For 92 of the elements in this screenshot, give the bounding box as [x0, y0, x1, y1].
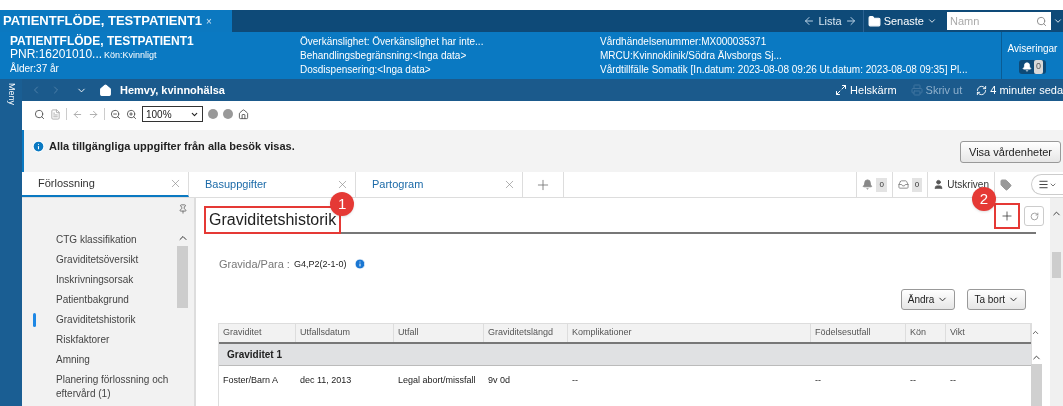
- patient-pnr: PNR:16201010...: [10, 48, 103, 61]
- zoom-out-icon[interactable]: [110, 108, 121, 120]
- sidebar-item[interactable]: Planering förlossning och eftervård (1): [56, 370, 176, 404]
- column-header[interactable]: Graviditet: [219, 323, 296, 342]
- patient-tab[interactable]: PATIENTFLÖDE, TESTPATIENT1 ×: [0, 10, 232, 32]
- house-icon[interactable]: [238, 108, 249, 120]
- arrow-left-icon[interactable]: [72, 108, 83, 120]
- arrow-right-icon[interactable]: [88, 108, 99, 120]
- table-cell-text: --: [909, 373, 917, 386]
- caret-icon: [927, 16, 937, 26]
- bell-count: 0: [876, 177, 887, 192]
- menu-strip[interactable]: Meny: [0, 79, 22, 406]
- column-header[interactable]: Födelsesutfall: [811, 323, 906, 342]
- sort-icon[interactable]: [1031, 328, 1040, 337]
- column-header[interactable]: Vikt: [946, 323, 1031, 342]
- home-icon[interactable]: [99, 83, 112, 97]
- callout-badge: 2: [972, 187, 996, 211]
- sidebar-item[interactable]: Riskfaktorer: [56, 330, 176, 350]
- gravida-label: Gravida/Para :: [219, 257, 290, 272]
- patient-age: Ålder:37 år: [10, 62, 60, 75]
- sidebar-item[interactable]: Graviditetshistorik: [56, 310, 176, 330]
- plus-icon: [1000, 209, 1014, 223]
- scrollbar-thumb[interactable]: [1031, 363, 1042, 406]
- table-cell-text: Legal abort/missfall: [397, 373, 477, 386]
- group-header[interactable]: Graviditet 1: [219, 343, 1031, 366]
- info-text: Alla tillgängliga uppgifter från alla besök visas.: [49, 139, 295, 154]
- fullscreen-icon[interactable]: [835, 84, 848, 96]
- dropdown-button[interactable]: Ändra: [900, 288, 956, 310]
- nav-title: Hemvy, kvinnohälsa: [120, 82, 225, 98]
- printer-icon: [910, 84, 923, 96]
- table-cell-text: dec 11, 2013: [299, 373, 353, 386]
- tab[interactable]: Partogram: [356, 172, 523, 197]
- pin-icon[interactable]: [177, 204, 188, 214]
- show-units-button[interactable]: Visa vårdenheter: [960, 141, 1061, 163]
- inbox-count: 0: [911, 177, 923, 192]
- patient-info-text: Överkänslighet: Överkänslighet har inte...: [300, 35, 485, 49]
- add-button[interactable]: [994, 203, 1020, 229]
- patient-info-text: Dosdispensering:<Inga data>: [300, 63, 432, 77]
- care-info-text: Vårdtillfälle Somatik [In.datum: 2023-08-08 09:26 Ut.datum: 2023-08-08 09:35] Pl...: [600, 63, 969, 77]
- sidebar-item[interactable]: CTG klassifikation: [56, 230, 176, 250]
- close-icon[interactable]: [336, 178, 349, 191]
- sidebar-item[interactable]: Graviditetsöversikt: [56, 250, 176, 270]
- refresh-icon: [1029, 211, 1039, 221]
- close-icon[interactable]: [169, 177, 182, 190]
- menu-icon: [1038, 179, 1049, 190]
- column-header[interactable]: Komplikationer: [568, 323, 811, 342]
- table-cell-text: 9v 0d: [487, 373, 512, 386]
- tag-icon[interactable]: [1000, 178, 1012, 191]
- close-button[interactable]: ×: [206, 13, 212, 29]
- sidebar-item[interactable]: Patientbakgrund: [56, 290, 176, 310]
- zoom-in-icon[interactable]: [126, 108, 137, 120]
- callout-badge: 1: [330, 192, 355, 216]
- care-info-text: Vårdhändelsenummer:MX000035371: [600, 35, 768, 49]
- sidebar-item[interactable]: Amning: [56, 350, 176, 370]
- info-icon: [354, 258, 367, 271]
- notifications-badge[interactable]: 0: [1019, 60, 1046, 74]
- refresh-icon[interactable]: [976, 84, 988, 96]
- care-info-text: MRCU:Kvinnoklinik/Södra Älvsborgs Sj...: [600, 49, 783, 63]
- table-cell-text: --: [571, 373, 579, 386]
- refresh-status: 4 minuter seda: [990, 82, 1063, 98]
- folder-icon: [867, 14, 881, 28]
- column-header[interactable]: Utfallsdatum: [296, 323, 394, 342]
- search-field[interactable]: Namn: [947, 12, 1051, 30]
- arrow-right-icon[interactable]: [844, 15, 857, 27]
- patient-info-text: Behandlingsbegränsning:<Inga data>: [300, 49, 468, 63]
- caret-icon[interactable]: [1053, 16, 1063, 26]
- scrollbar-thumb[interactable]: [1052, 252, 1061, 278]
- inbox-icon: [897, 179, 909, 190]
- sidebar-item[interactable]: Inskrivningsorsak: [56, 270, 176, 290]
- column-header[interactable]: Graviditetslängd: [484, 323, 568, 342]
- table-cell-text: --: [949, 373, 957, 386]
- column-header[interactable]: Kön: [906, 323, 946, 342]
- gravida-value: G4,P2(2-1-0): [293, 257, 347, 271]
- notifications-label: Aviseringar: [1007, 42, 1058, 56]
- dropdown-button[interactable]: Ta bort: [967, 288, 1026, 310]
- bell-icon: [862, 179, 874, 190]
- arrow-left-icon[interactable]: [803, 15, 816, 27]
- table-cell-text: --: [814, 373, 822, 386]
- info-icon: [32, 139, 45, 153]
- fullscreen-button[interactable]: Helskärm: [850, 81, 897, 99]
- column-header[interactable]: Utfall: [394, 323, 484, 342]
- page-icon[interactable]: [50, 108, 61, 120]
- person-icon: [933, 179, 945, 190]
- patient-name: PATIENTFLÖDE, TESTPATIENT1: [10, 35, 195, 48]
- refresh-button[interactable]: [1024, 206, 1044, 226]
- table-cell-text: Foster/Barn A: [222, 373, 280, 386]
- scrollbar-thumb[interactable]: [177, 246, 189, 308]
- bell-icon: [1022, 61, 1032, 72]
- close-icon[interactable]: [503, 178, 516, 191]
- list-link[interactable]: Lista: [818, 12, 842, 30]
- zoom-select[interactable]: 100%: [142, 106, 203, 122]
- patient-gender: Kön:Kvinnligt: [104, 49, 157, 62]
